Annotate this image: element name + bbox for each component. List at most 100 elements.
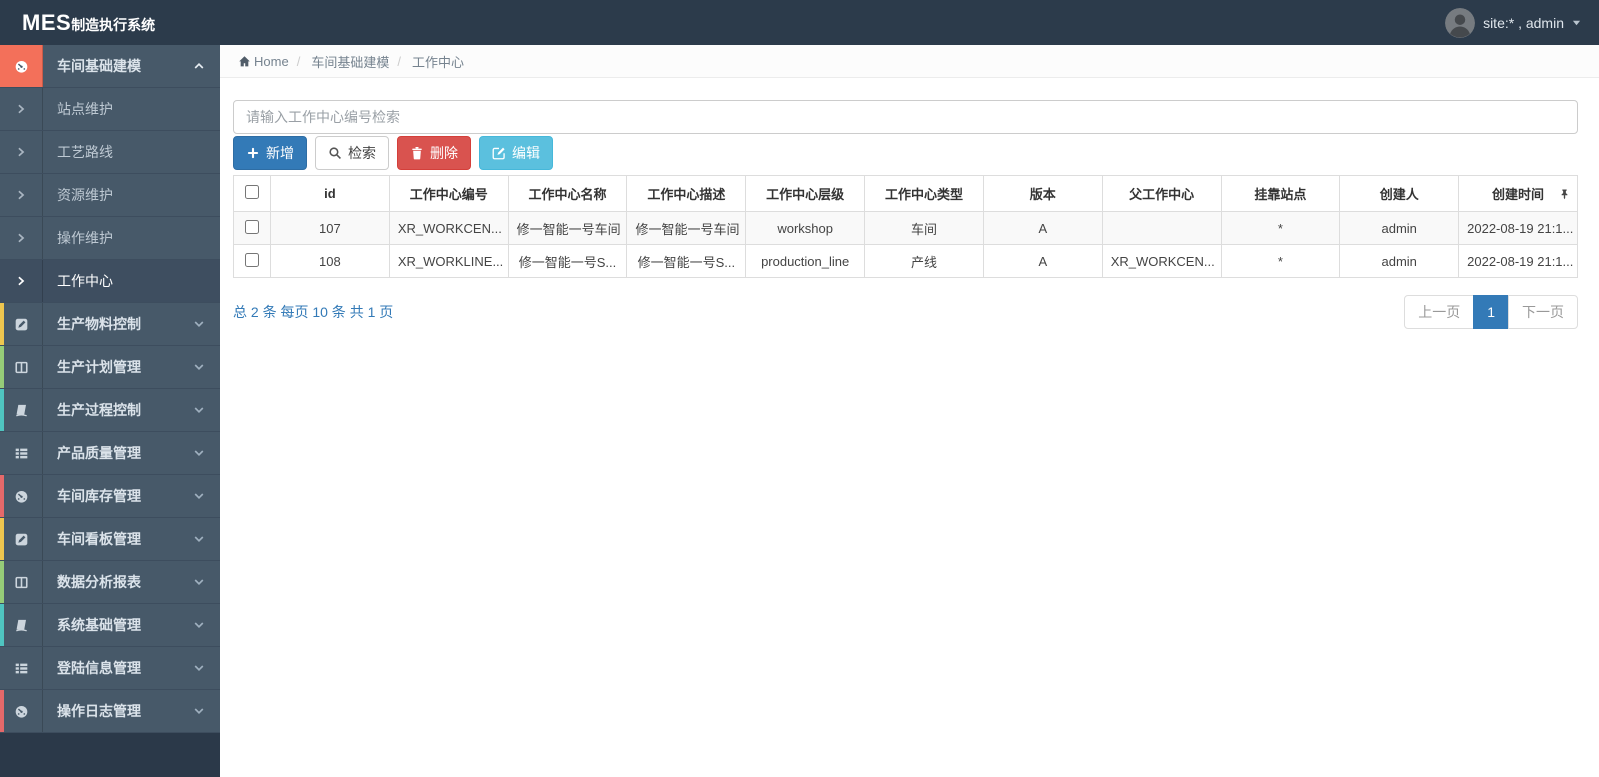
sidebar-item-2[interactable]: 生产物料控制: [0, 303, 220, 346]
column-header[interactable]: 工作中心描述: [626, 175, 747, 212]
category-color-strip: [0, 475, 4, 517]
sidebar-item-10[interactable]: 登陆信息管理: [0, 647, 220, 690]
column-header-label: 工作中心层级: [766, 187, 845, 202]
caret-down-icon: [1572, 18, 1581, 27]
trash-icon: [410, 146, 424, 160]
sidebar-item-label: 生产计划管理: [57, 359, 141, 375]
sidebar-item-label: 登陆信息管理: [57, 660, 141, 676]
sidebar-subitem-label: 工艺路线: [57, 144, 113, 160]
table-cell: 修一智能一号车间: [626, 211, 747, 245]
prev-page-button[interactable]: 上一页: [1404, 295, 1475, 329]
app-logo-rest: 制造执行系统: [71, 16, 156, 33]
table-cell: A: [982, 244, 1103, 278]
breadcrumb-home[interactable]: Home: [238, 54, 289, 69]
edit-button-label: 编辑: [512, 145, 540, 161]
column-header[interactable]: 创建时间: [1458, 175, 1578, 212]
select-all-checkbox[interactable]: [245, 185, 259, 199]
sidebar-subitem-3[interactable]: 资源维护: [0, 174, 220, 217]
user-label: site:* , admin: [1483, 14, 1564, 31]
chevron-right-icon: [0, 88, 43, 130]
table-row[interactable]: 107 XR_WORKCEN... 修一智能一号车间 修一智能一号车间 workshop…: [233, 211, 1578, 245]
sidebar-item-label: 产品质量管理: [57, 445, 141, 461]
sidebar-item-6[interactable]: 车间库存管理: [0, 475, 220, 518]
add-button-label: 新增: [266, 145, 294, 161]
delete-button[interactable]: 删除: [397, 136, 471, 170]
category-color-strip: [0, 604, 4, 646]
column-header[interactable]: 工作中心层级: [745, 175, 866, 212]
column-header[interactable]: id: [270, 175, 390, 212]
row-checkbox[interactable]: [245, 252, 259, 267]
column-header[interactable]: 父工作中心: [1101, 175, 1222, 212]
chevron-down-icon: [193, 576, 205, 588]
chevron-down-icon: [193, 490, 205, 502]
sidebar-item-11[interactable]: 操作日志管理: [0, 690, 220, 733]
breadcrumb: Home 车间基础建模 工作中心: [220, 45, 1599, 78]
gauge-icon: [0, 475, 43, 517]
search-icon: [328, 146, 342, 160]
list-icon: [0, 647, 43, 689]
sidebar-subitem-5[interactable]: 工作中心: [0, 260, 220, 303]
table-cell: XR_WORKCEN...: [388, 211, 509, 245]
sidebar-item-3[interactable]: 生产计划管理: [0, 346, 220, 389]
edit-button[interactable]: 编辑: [479, 136, 553, 170]
search-button[interactable]: 检索: [315, 136, 389, 170]
search-input[interactable]: [233, 100, 1578, 134]
row-checkbox[interactable]: [245, 219, 259, 234]
sidebar-item-8[interactable]: 数据分析报表: [0, 561, 220, 604]
pagination-summary: 总 2 条 每页 10 条 共 1 页: [233, 304, 394, 320]
column-header-label: id: [324, 186, 336, 201]
sidebar-subitem-label: 资源维护: [57, 187, 113, 203]
page-1-button[interactable]: 1: [1473, 295, 1509, 329]
column-header-label: 工作中心编号: [409, 187, 488, 202]
search-button-label: 检索: [348, 145, 376, 161]
sidebar-nav: 车间基础建模站点维护工艺路线资源维护操作维护工作中心生产物料控制生产计划管理 生产…: [0, 45, 220, 733]
row-select-cell: [233, 211, 271, 245]
category-color-strip: [0, 561, 4, 603]
sidebar-item-5[interactable]: 产品质量管理: [0, 432, 220, 475]
sidebar-subitem-label: 工作中心: [57, 273, 113, 289]
column-header-label: 工作中心名称: [528, 187, 607, 202]
pin-column-icon[interactable]: [1559, 187, 1570, 200]
work-center-table: id 工作中心编号 工作中心名称 工作中心描述 工作中心层级 工作中心类型 版本 父工作中心 挂…: [233, 175, 1578, 278]
sidebar-subitem-label: 站点维护: [57, 101, 113, 117]
sidebar-item-label: 操作日志管理: [57, 703, 141, 719]
table-cell: 107: [270, 211, 390, 245]
home-icon: [238, 55, 251, 68]
sidebar-item-7[interactable]: 车间看板管理: [0, 518, 220, 561]
sidebar-subitem-label: 操作维护: [57, 230, 113, 246]
table-cell: 产线: [864, 244, 984, 278]
app-logo: MES 制造执行系统: [22, 10, 155, 36]
chevron-right-icon: [0, 131, 43, 173]
sidebar-subitem-2[interactable]: 工艺路线: [0, 131, 220, 174]
sidebar-item-label: 生产过程控制: [57, 402, 141, 418]
table-row[interactable]: 108 XR_WORKLINE... 修一智能一号S... 修一智能一号S... pro…: [233, 244, 1578, 278]
add-button[interactable]: 新增: [233, 136, 307, 170]
app-logo-bold: MES: [22, 9, 72, 35]
sidebar-item-4[interactable]: 生产过程控制: [0, 389, 220, 432]
edit-icon: [492, 146, 506, 160]
sidebar-item-label: 数据分析报表: [57, 574, 141, 590]
row-select-cell: [233, 244, 271, 278]
sidebar-subitem-1[interactable]: 站点维护: [0, 88, 220, 131]
breadcrumb-item[interactable]: 车间基础建模: [289, 52, 389, 71]
next-page-button[interactable]: 下一页: [1508, 295, 1578, 329]
column-header[interactable]: 工作中心名称: [507, 175, 628, 212]
column-header[interactable]: 挂靠站点: [1220, 175, 1341, 212]
sidebar-item-label: 系统基础管理: [57, 617, 141, 633]
breadcrumb-current: 工作中心: [389, 52, 464, 71]
category-color-strip: [0, 389, 4, 431]
column-header[interactable]: 工作中心编号: [388, 175, 509, 212]
sidebar-item-9[interactable]: 系统基础管理: [0, 604, 220, 647]
column-header[interactable]: 工作中心类型: [864, 175, 984, 212]
sidebar-subitem-4[interactable]: 操作维护: [0, 217, 220, 260]
book-icon: [0, 604, 43, 646]
sidebar-item-label: 车间看板管理: [57, 531, 141, 547]
column-header[interactable]: 创建人: [1339, 175, 1460, 212]
table-cell: 车间: [864, 211, 984, 245]
sidebar-item-1[interactable]: 车间基础建模: [0, 45, 220, 88]
table-cell: [1101, 211, 1222, 245]
content: 新增 检索 删除 编辑: [220, 78, 1599, 329]
user-menu[interactable]: site:* , admin: [1445, 7, 1581, 38]
column-header[interactable]: 版本: [982, 175, 1103, 212]
chevron-down-icon: [193, 361, 205, 373]
